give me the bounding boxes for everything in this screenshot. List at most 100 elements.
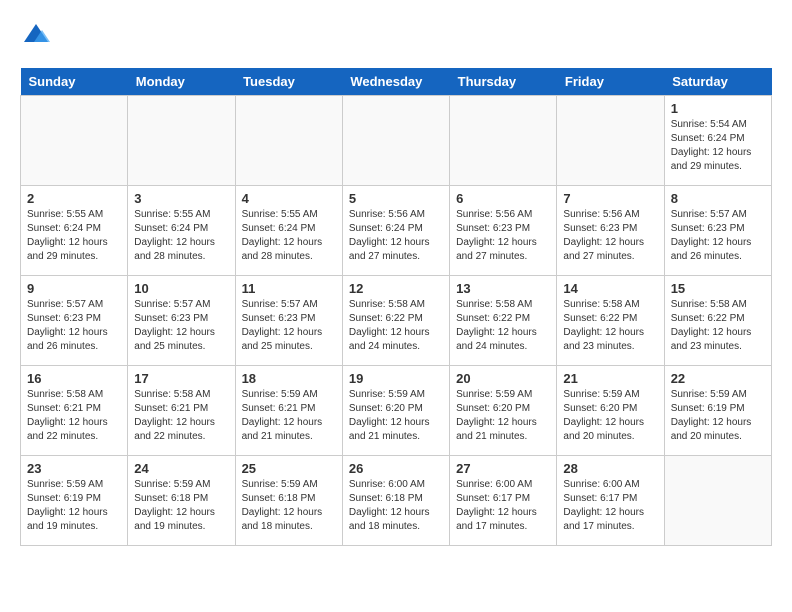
- day-info: Sunrise: 5:56 AM Sunset: 6:23 PM Dayligh…: [563, 209, 644, 262]
- calendar-cell: [235, 96, 342, 186]
- calendar-cell: 16 Sunrise: 5:58 AM Sunset: 6:21 PM Dayli…: [21, 366, 128, 456]
- calendar-cell: 12 Sunrise: 5:58 AM Sunset: 6:22 PM Dayli…: [342, 276, 449, 366]
- calendar-cell: 8 Sunrise: 5:57 AM Sunset: 6:23 PM Daylig…: [664, 186, 771, 276]
- day-info: Sunrise: 5:55 AM Sunset: 6:24 PM Dayligh…: [27, 209, 108, 262]
- day-number: 13: [456, 281, 550, 296]
- calendar-cell: 2 Sunrise: 5:55 AM Sunset: 6:24 PM Daylig…: [21, 186, 128, 276]
- day-number: 5: [349, 191, 443, 206]
- calendar-cell: 7 Sunrise: 5:56 AM Sunset: 6:23 PM Daylig…: [557, 186, 664, 276]
- calendar-cell: 6 Sunrise: 5:56 AM Sunset: 6:23 PM Daylig…: [450, 186, 557, 276]
- calendar-cell: [128, 96, 235, 186]
- calendar-cell: [342, 96, 449, 186]
- day-header-wednesday: Wednesday: [342, 68, 449, 96]
- day-number: 19: [349, 371, 443, 386]
- logo: [20, 20, 50, 53]
- day-number: 18: [242, 371, 336, 386]
- day-info: Sunrise: 5:56 AM Sunset: 6:23 PM Dayligh…: [456, 209, 537, 262]
- calendar-cell: 11 Sunrise: 5:57 AM Sunset: 6:23 PM Dayli…: [235, 276, 342, 366]
- day-info: Sunrise: 6:00 AM Sunset: 6:17 PM Dayligh…: [563, 479, 644, 532]
- day-info: Sunrise: 5:58 AM Sunset: 6:22 PM Dayligh…: [456, 299, 537, 352]
- day-number: 26: [349, 461, 443, 476]
- day-number: 25: [242, 461, 336, 476]
- day-number: 12: [349, 281, 443, 296]
- day-number: 11: [242, 281, 336, 296]
- day-number: 6: [456, 191, 550, 206]
- day-header-tuesday: Tuesday: [235, 68, 342, 96]
- calendar-cell: 3 Sunrise: 5:55 AM Sunset: 6:24 PM Daylig…: [128, 186, 235, 276]
- day-number: 17: [134, 371, 228, 386]
- day-info: Sunrise: 6:00 AM Sunset: 6:18 PM Dayligh…: [349, 479, 430, 532]
- calendar-cell: 4 Sunrise: 5:55 AM Sunset: 6:24 PM Daylig…: [235, 186, 342, 276]
- day-info: Sunrise: 5:59 AM Sunset: 6:20 PM Dayligh…: [563, 389, 644, 442]
- day-info: Sunrise: 5:58 AM Sunset: 6:22 PM Dayligh…: [671, 299, 752, 352]
- calendar-cell: 18 Sunrise: 5:59 AM Sunset: 6:21 PM Dayli…: [235, 366, 342, 456]
- day-number: 24: [134, 461, 228, 476]
- day-number: 20: [456, 371, 550, 386]
- day-info: Sunrise: 5:55 AM Sunset: 6:24 PM Dayligh…: [242, 209, 323, 262]
- calendar-cell: 10 Sunrise: 5:57 AM Sunset: 6:23 PM Dayli…: [128, 276, 235, 366]
- day-number: 16: [27, 371, 121, 386]
- day-number: 10: [134, 281, 228, 296]
- day-number: 21: [563, 371, 657, 386]
- day-info: Sunrise: 5:59 AM Sunset: 6:19 PM Dayligh…: [27, 479, 108, 532]
- day-number: 7: [563, 191, 657, 206]
- day-number: 2: [27, 191, 121, 206]
- day-info: Sunrise: 5:59 AM Sunset: 6:20 PM Dayligh…: [456, 389, 537, 442]
- day-info: Sunrise: 5:59 AM Sunset: 6:18 PM Dayligh…: [242, 479, 323, 532]
- day-number: 8: [671, 191, 765, 206]
- day-info: Sunrise: 5:57 AM Sunset: 6:23 PM Dayligh…: [671, 209, 752, 262]
- calendar-cell: 25 Sunrise: 5:59 AM Sunset: 6:18 PM Dayli…: [235, 456, 342, 546]
- day-header-saturday: Saturday: [664, 68, 771, 96]
- day-header-monday: Monday: [128, 68, 235, 96]
- day-info: Sunrise: 5:55 AM Sunset: 6:24 PM Dayligh…: [134, 209, 215, 262]
- day-info: Sunrise: 5:57 AM Sunset: 6:23 PM Dayligh…: [134, 299, 215, 352]
- calendar-cell: [557, 96, 664, 186]
- calendar-cell: 22 Sunrise: 5:59 AM Sunset: 6:19 PM Dayli…: [664, 366, 771, 456]
- day-info: Sunrise: 5:59 AM Sunset: 6:18 PM Dayligh…: [134, 479, 215, 532]
- day-header-sunday: Sunday: [21, 68, 128, 96]
- day-number: 22: [671, 371, 765, 386]
- day-info: Sunrise: 5:54 AM Sunset: 6:24 PM Dayligh…: [671, 119, 752, 172]
- day-info: Sunrise: 5:58 AM Sunset: 6:21 PM Dayligh…: [27, 389, 108, 442]
- day-number: 15: [671, 281, 765, 296]
- day-info: Sunrise: 6:00 AM Sunset: 6:17 PM Dayligh…: [456, 479, 537, 532]
- calendar-cell: 28 Sunrise: 6:00 AM Sunset: 6:17 PM Dayli…: [557, 456, 664, 546]
- calendar-cell: 24 Sunrise: 5:59 AM Sunset: 6:18 PM Dayli…: [128, 456, 235, 546]
- day-info: Sunrise: 5:56 AM Sunset: 6:24 PM Dayligh…: [349, 209, 430, 262]
- day-info: Sunrise: 5:59 AM Sunset: 6:21 PM Dayligh…: [242, 389, 323, 442]
- calendar-cell: 9 Sunrise: 5:57 AM Sunset: 6:23 PM Daylig…: [21, 276, 128, 366]
- calendar-cell: 20 Sunrise: 5:59 AM Sunset: 6:20 PM Dayli…: [450, 366, 557, 456]
- day-info: Sunrise: 5:58 AM Sunset: 6:21 PM Dayligh…: [134, 389, 215, 442]
- calendar-cell: 19Sunrise: 5:59 AM Sunset: 6:20 PM Dayli…: [342, 366, 449, 456]
- calendar-cell: [21, 96, 128, 186]
- day-header-thursday: Thursday: [450, 68, 557, 96]
- calendar-cell: 5 Sunrise: 5:56 AM Sunset: 6:24 PM Daylig…: [342, 186, 449, 276]
- calendar-cell: 17 Sunrise: 5:58 AM Sunset: 6:21 PM Dayli…: [128, 366, 235, 456]
- day-number: 1: [671, 101, 765, 116]
- day-number: 27: [456, 461, 550, 476]
- calendar-table: SundayMondayTuesdayWednesdayThursdayFrid…: [20, 68, 772, 546]
- day-info: Sunrise: 5:57 AM Sunset: 6:23 PM Dayligh…: [27, 299, 108, 352]
- logo-icon: [22, 20, 50, 48]
- day-number: 9: [27, 281, 121, 296]
- day-info: Sunrise: 5:58 AM Sunset: 6:22 PM Dayligh…: [563, 299, 644, 352]
- calendar-cell: 1 Sunrise: 5:54 AM Sunset: 6:24 PM Daylig…: [664, 96, 771, 186]
- calendar-cell: 14 Sunrise: 5:58 AM Sunset: 6:22 PM Dayli…: [557, 276, 664, 366]
- day-number: 28: [563, 461, 657, 476]
- calendar-cell: 21 Sunrise: 5:59 AM Sunset: 6:20 PM Dayli…: [557, 366, 664, 456]
- calendar-cell: [450, 96, 557, 186]
- calendar-cell: 13 Sunrise: 5:58 AM Sunset: 6:22 PM Dayli…: [450, 276, 557, 366]
- calendar-cell: 15 Sunrise: 5:58 AM Sunset: 6:22 PM Dayli…: [664, 276, 771, 366]
- calendar-cell: [664, 456, 771, 546]
- calendar-cell: 26 Sunrise: 6:00 AM Sunset: 6:18 PM Dayli…: [342, 456, 449, 546]
- day-number: 14: [563, 281, 657, 296]
- day-info: Sunrise: 5:57 AM Sunset: 6:23 PM Dayligh…: [242, 299, 323, 352]
- day-number: 4: [242, 191, 336, 206]
- calendar-cell: 23 Sunrise: 5:59 AM Sunset: 6:19 PM Dayli…: [21, 456, 128, 546]
- day-header-friday: Friday: [557, 68, 664, 96]
- day-number: 23: [27, 461, 121, 476]
- day-number: 3: [134, 191, 228, 206]
- day-info: Sunrise: 5:58 AM Sunset: 6:22 PM Dayligh…: [349, 299, 430, 352]
- calendar-cell: 27 Sunrise: 6:00 AM Sunset: 6:17 PM Dayli…: [450, 456, 557, 546]
- day-info: Sunrise: 5:59 AM Sunset: 6:19 PM Dayligh…: [671, 389, 752, 442]
